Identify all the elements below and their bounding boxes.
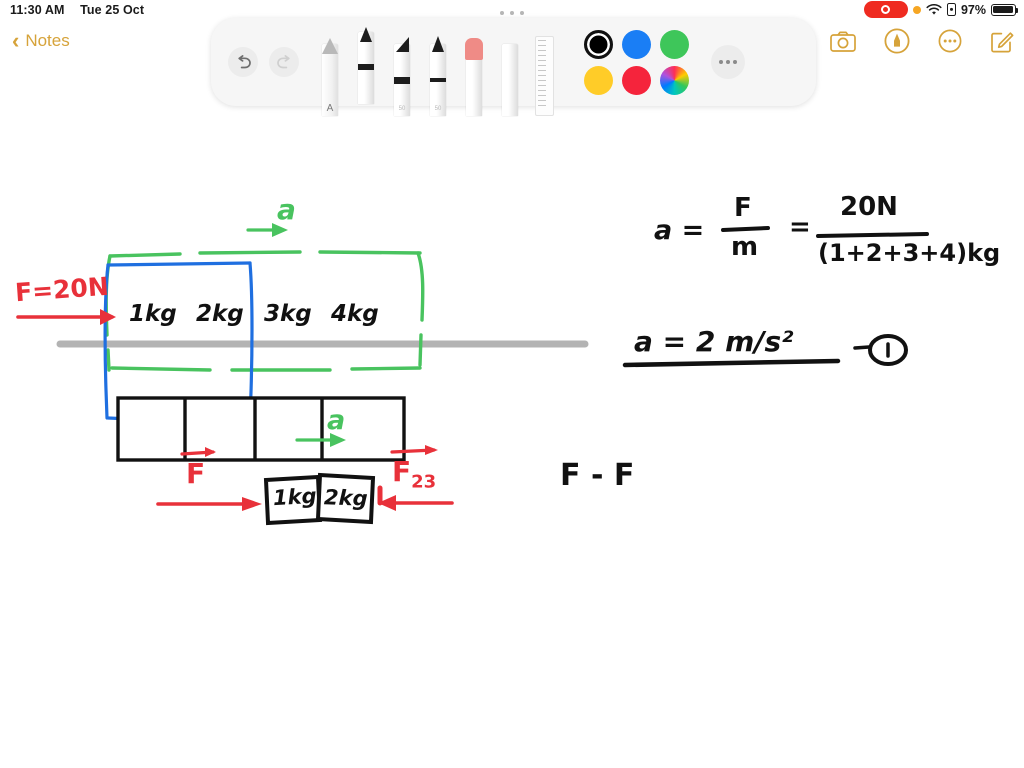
- equation-frac1-denominator: m: [731, 232, 759, 262]
- highlighter-tool[interactable]: 50: [387, 18, 417, 116]
- highlighter-size-label: 50: [398, 106, 406, 112]
- equation-frac2-numerator: 20N: [840, 192, 898, 222]
- fraction-bar-1: [721, 226, 770, 232]
- fraction-bar-2: [816, 232, 929, 238]
- camera-icon[interactable]: [830, 31, 856, 52]
- equation-lhs: a =: [654, 215, 705, 246]
- undo-button[interactable]: [228, 47, 258, 77]
- block2-label-2kg: 2kg: [323, 485, 369, 511]
- lasso-tool[interactable]: [495, 18, 525, 116]
- battery-icon: [991, 3, 1019, 16]
- toolbar-more-button[interactable]: [711, 45, 745, 79]
- back-to-notes-label: Notes: [25, 31, 70, 50]
- drag-handle-icon[interactable]: [500, 8, 524, 18]
- back-to-notes-button[interactable]: ‹ Notes: [12, 30, 70, 52]
- redo-arrow-icon: [276, 54, 290, 68]
- accel-label-1: a: [277, 193, 296, 226]
- force-left-label-2: F: [186, 457, 206, 490]
- block2-label-1kg: 1kg: [272, 483, 318, 511]
- undo-redo-group: [228, 47, 299, 77]
- accel-label-2: a: [327, 405, 346, 436]
- block-label-2kg: 2kg: [196, 301, 244, 327]
- answer-underline: [622, 358, 841, 368]
- pen-tools-group: A 50 50: [315, 18, 557, 116]
- equation-result: a = 2 m/s²: [634, 325, 794, 358]
- force-right-symbol: F: [392, 455, 412, 488]
- color-black[interactable]: [583, 29, 613, 59]
- force-arrow-1: [16, 309, 116, 325]
- compose-icon[interactable]: [990, 29, 1014, 53]
- note-canvas[interactable]: F=20N a 1kg 2kg 3kg 4kg a = F m = 20N (1…: [0, 120, 1024, 768]
- note-actions-toolbar: [830, 28, 1014, 54]
- redo-button[interactable]: [269, 47, 299, 77]
- markup-toolbar: A 50 50: [211, 18, 816, 116]
- status-bar-right: 97%: [863, 1, 1019, 18]
- force-right-label-2: F23: [392, 455, 436, 493]
- markup-icon[interactable]: [884, 28, 910, 54]
- force-right-subscript: 23: [411, 471, 437, 493]
- equation-frac1-numerator: F: [734, 193, 752, 223]
- circled-one-annotation: [853, 334, 908, 366]
- block-label-3kg: 3kg: [264, 301, 312, 327]
- color-green[interactable]: [659, 29, 689, 59]
- equation-equals: =: [789, 212, 811, 242]
- rotation-lock-icon: [946, 3, 956, 16]
- partial-equation: F - F: [560, 458, 635, 493]
- record-indicator[interactable]: [863, 1, 908, 18]
- color-blue[interactable]: [621, 29, 651, 59]
- status-date: Tue 25 Oct: [80, 3, 145, 17]
- record-dot-icon: [881, 5, 891, 14]
- undo-arrow-icon: [237, 54, 251, 68]
- ipad-notes-screen: 11:30 AM Tue 25 Oct 97% ‹ Notes A 50 50 …: [0, 0, 1024, 768]
- more-icon[interactable]: [938, 29, 962, 53]
- force-arrow-left-2: [156, 497, 262, 511]
- equation-frac2-denominator: (1+2+3+4)kg: [818, 239, 1001, 267]
- text-pen-label: A: [326, 103, 334, 114]
- ruler-tool[interactable]: [531, 18, 557, 116]
- color-rainbow[interactable]: [659, 65, 689, 95]
- chevron-left-icon: ‹: [12, 28, 20, 53]
- color-red[interactable]: [621, 65, 651, 95]
- marker-size-label: 50: [434, 106, 442, 112]
- color-yellow[interactable]: [583, 65, 613, 95]
- color-swatches: [579, 26, 693, 98]
- pen-tool[interactable]: [351, 18, 381, 106]
- battery-percent: 97%: [960, 2, 986, 17]
- status-time: 11:30 AM: [10, 3, 65, 17]
- block-label-1kg: 1kg: [129, 301, 177, 327]
- marker-tool[interactable]: 50: [423, 18, 453, 116]
- block-label-4kg: 4kg: [331, 301, 379, 327]
- wifi-icon: [926, 3, 942, 15]
- text-pen-tool[interactable]: A: [315, 18, 345, 116]
- block-row-1: [116, 396, 406, 462]
- status-bar-left: 11:30 AM Tue 25 Oct: [10, 3, 144, 17]
- eraser-tool[interactable]: [459, 18, 489, 116]
- mic-in-use-dot: [912, 5, 921, 14]
